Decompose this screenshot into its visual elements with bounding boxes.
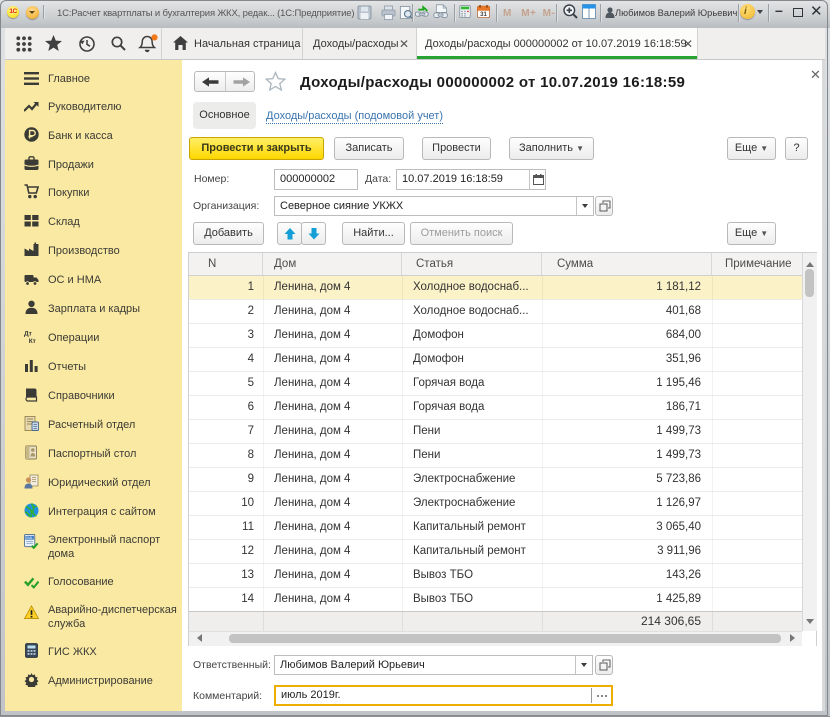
svg-text:Дт: Дт: [24, 331, 33, 338]
svg-text:Кт: Кт: [29, 338, 37, 344]
svg-text:31: 31: [480, 11, 487, 18]
svg-text:XML: XML: [26, 536, 33, 540]
